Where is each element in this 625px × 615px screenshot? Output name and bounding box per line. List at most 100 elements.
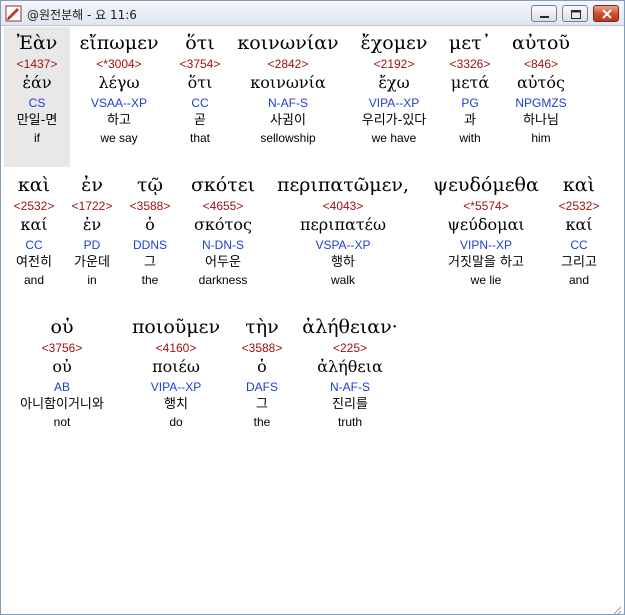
word-block[interactable]: τῷ <3588> ὁ DDNS 그 the — [122, 173, 178, 288]
greek-lemma: ὅτι — [187, 73, 213, 92]
parsing-code: N-DN-S — [202, 238, 244, 252]
greek-text: τὴν — [245, 316, 279, 338]
greek-text: μετ᾽ — [448, 32, 492, 54]
app-icon[interactable] — [5, 5, 22, 22]
title-bar[interactable]: @원전분해 - 요 11:6 — [1, 1, 624, 26]
greek-lemma: αὐτός — [517, 73, 565, 92]
strong-number[interactable]: <225> — [296, 340, 404, 356]
word-block[interactable]: ψευδόμεθα <*5574> ψεύδομαι VIPN--XP 거짓말을… — [422, 173, 550, 288]
greek-lemma: σκότος — [194, 215, 252, 234]
word-block[interactable]: καὶ <2532> καί CC 여전히 and — [6, 173, 62, 288]
parsing-code: PG — [461, 96, 479, 110]
parsing-code: CC — [570, 238, 588, 252]
strong-number[interactable]: <3756> — [4, 340, 120, 356]
word-block[interactable]: Ἐὰν <1437> ἐάν CS 만일-면 if — [4, 31, 70, 146]
english-gloss: do — [169, 415, 183, 429]
greek-lemma: ποιέω — [152, 357, 200, 376]
parsing-code: N-AF-S — [268, 96, 308, 110]
greek-text: ὅτι — [185, 32, 215, 54]
parsing-code: VIPA--XP — [150, 380, 202, 394]
strong-number[interactable]: <2532> — [6, 198, 62, 214]
parsing-code: CC — [191, 96, 209, 110]
word-block[interactable]: κοινωνίαν <2842> κοινωνία N-AF-S 사귐이 sel… — [232, 31, 344, 146]
english-gloss: the — [253, 415, 271, 429]
korean-gloss: 거짓말을 하고 — [448, 255, 524, 270]
english-gloss: the — [141, 273, 159, 287]
word-block[interactable]: ἔχομεν <2192> ἔχω VIPA--XP 우리가-있다 we hav… — [350, 31, 438, 146]
word-block[interactable]: εἴπωμεν <*3004> λέγω VSAA--XP 하고 we say — [74, 31, 164, 146]
parsing-code: AB — [53, 380, 70, 394]
word-block[interactable]: αὐτοῦ <846> αὐτός NPGMZS 하나님 him — [502, 31, 580, 146]
word-block[interactable]: ἀλήθειαν· <225> ἀλήθεια N-AF-S 진리를 truth — [296, 315, 404, 430]
greek-text: Ἐὰν — [16, 32, 58, 54]
greek-lemma: ἔχω — [378, 73, 410, 92]
english-gloss: we lie — [470, 273, 502, 287]
parsing-code: VSPA--XP — [315, 238, 371, 252]
greek-lemma: καί — [20, 215, 48, 234]
parsing-code: CS — [28, 96, 46, 110]
parsing-code: N-AF-S — [330, 380, 370, 394]
word-block[interactable]: τὴν <3588> ὁ DAFS 그 the — [232, 315, 292, 430]
word-block[interactable]: ἐν <1722> ἐν PD 가운데 in — [64, 173, 120, 288]
maximize-button[interactable] — [562, 5, 588, 22]
english-gloss: if — [34, 131, 40, 145]
korean-gloss: 진리를 — [332, 397, 368, 412]
strong-number[interactable]: <3588> — [232, 340, 292, 356]
strong-number[interactable]: <2842> — [232, 56, 344, 72]
window-title: @원전분해 - 요 11:6 — [27, 8, 137, 22]
strong-number[interactable]: <2532> — [550, 198, 608, 214]
parsing-code: PD — [83, 238, 101, 252]
parsing-code: CC — [25, 238, 43, 252]
greek-lemma: ἐν — [82, 215, 102, 234]
strong-number[interactable]: <4160> — [124, 340, 228, 356]
strong-number[interactable]: <3588> — [122, 198, 178, 214]
korean-gloss: 그 — [144, 255, 156, 270]
strong-number[interactable]: <3326> — [442, 56, 498, 72]
strong-number[interactable]: <3754> — [172, 56, 228, 72]
resize-grip[interactable] — [610, 601, 622, 614]
korean-gloss: 행치 — [164, 397, 188, 412]
greek-text: ποιοῦμεν — [131, 316, 221, 338]
korean-gloss: 그 — [256, 397, 268, 412]
strong-number[interactable]: <*5574> — [422, 198, 550, 214]
korean-gloss: 아니함이거니와 — [20, 397, 104, 412]
strong-number[interactable]: <4655> — [182, 198, 264, 214]
word-block[interactable]: ὅτι <3754> ὅτι CC 곧 that — [172, 31, 228, 146]
strong-number[interactable]: <*3004> — [74, 56, 164, 72]
greek-text: εἴπωμεν — [79, 32, 159, 54]
english-gloss: we say — [100, 131, 138, 145]
greek-text: σκότει — [190, 174, 256, 196]
strong-number[interactable]: <1722> — [64, 198, 120, 214]
parsing-code: NPGMZS — [515, 96, 567, 110]
greek-text: ἀλήθειαν· — [302, 316, 398, 338]
greek-text: ψευδόμεθα — [433, 174, 539, 196]
greek-text: καὶ — [562, 174, 596, 196]
word-block[interactable]: οὐ <3756> οὐ AB 아니함이거니와 not — [4, 315, 120, 430]
strong-number[interactable]: <1437> — [4, 56, 70, 72]
word-block[interactable]: καὶ <2532> καί CC 그리고 and — [550, 173, 608, 288]
close-button[interactable] — [593, 5, 619, 22]
strong-number[interactable]: <846> — [502, 56, 580, 72]
korean-gloss: 어두운 — [205, 255, 241, 270]
word-block[interactable]: σκότει <4655> σκότος N-DN-S 어두운 darkness — [182, 173, 264, 288]
english-gloss: darkness — [198, 273, 248, 287]
greek-lemma: ὁ — [257, 357, 267, 376]
app-window: @원전분해 - 요 11:6 Ἐὰν <1437> ἐάν CS 만일-면 if… — [0, 0, 625, 615]
strong-number[interactable]: <2192> — [350, 56, 438, 72]
greek-lemma: καί — [565, 215, 593, 234]
parsing-code: VIPA--XP — [368, 96, 420, 110]
word-block[interactable]: περιπατῶμεν, <4043> περιπατέω VSPA--XP 행… — [268, 173, 418, 288]
word-block[interactable]: ποιοῦμεν <4160> ποιέω VIPA--XP 행치 do — [124, 315, 228, 430]
english-gloss: in — [87, 273, 97, 287]
greek-lemma: ψεύδομαι — [447, 215, 525, 234]
greek-lemma: κοινωνία — [250, 73, 326, 92]
korean-gloss: 만일-면 — [16, 113, 58, 128]
greek-lemma: ὁ — [145, 215, 155, 234]
minimize-button[interactable] — [531, 5, 557, 22]
strong-number[interactable]: <4043> — [268, 198, 418, 214]
english-gloss: we have — [371, 131, 417, 145]
greek-lemma: ἐάν — [22, 73, 52, 92]
greek-text: τῷ — [136, 174, 163, 196]
korean-gloss: 그리고 — [561, 255, 597, 270]
word-block[interactable]: μετ᾽ <3326> μετά PG 과 with — [442, 31, 498, 146]
